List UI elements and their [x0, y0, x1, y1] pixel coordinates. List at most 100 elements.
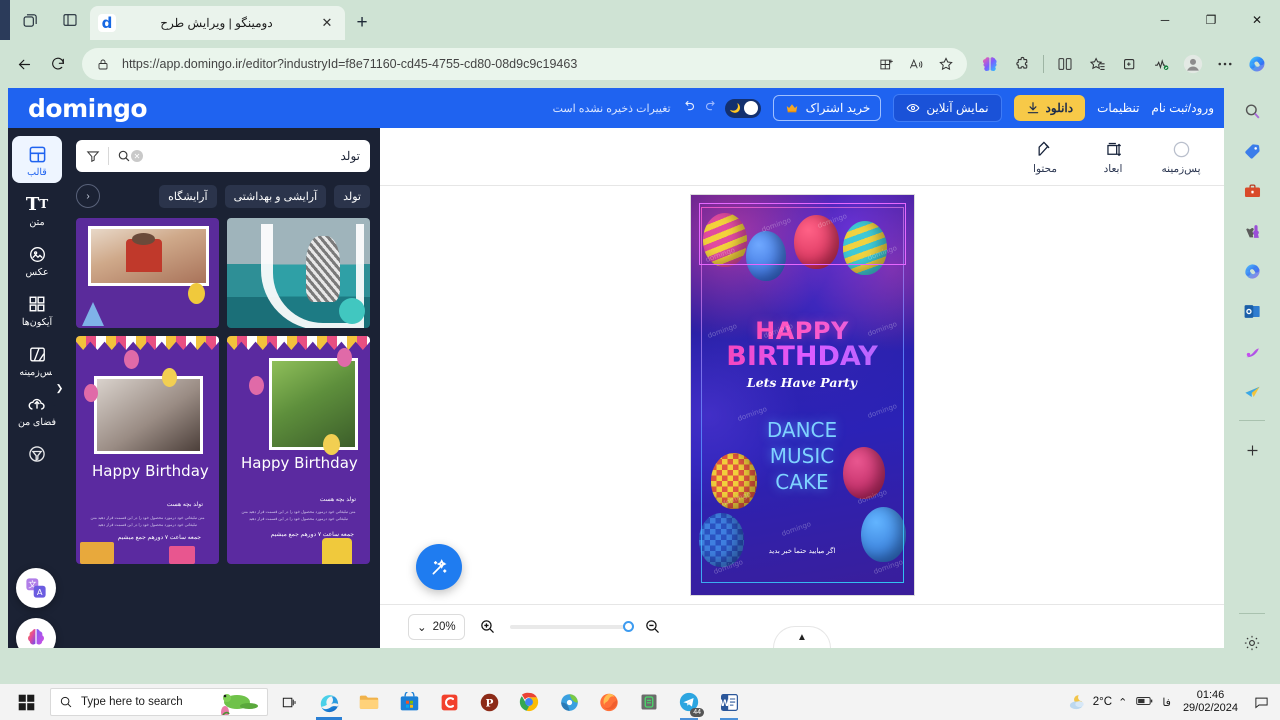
- collapse-panel-button[interactable]: ▲: [773, 626, 831, 648]
- taskbar-app-firefox[interactable]: [590, 684, 628, 720]
- weather-widget[interactable]: 2°C: [1066, 692, 1112, 712]
- tool-dimensions-label: ابعاد: [1103, 163, 1123, 175]
- language-indicator[interactable]: فا: [1162, 696, 1171, 709]
- search-icon[interactable]: [1237, 96, 1267, 126]
- taskbar-app-camtasia[interactable]: [430, 684, 468, 720]
- sidebar-item-icons[interactable]: آیکون‌ها: [12, 286, 62, 333]
- maximize-button[interactable]: ❐: [1188, 0, 1234, 40]
- filter-icon[interactable]: [86, 149, 100, 163]
- panel-collapse-handle[interactable]: ❯: [52, 370, 67, 406]
- read-aloud-icon[interactable]: [905, 53, 927, 75]
- search-input[interactable]: تولد: [149, 149, 361, 163]
- collections-icon[interactable]: [1114, 49, 1144, 79]
- tab-actions-icon[interactable]: [10, 0, 50, 40]
- tab-list-icon[interactable]: [50, 0, 90, 40]
- search-icon[interactable]: [117, 149, 131, 163]
- browser-essentials-icon[interactable]: [1146, 49, 1176, 79]
- chip-salon[interactable]: آرایشگاه: [159, 184, 217, 208]
- reload-icon[interactable]: [42, 48, 74, 80]
- poster-footer-note[interactable]: اگر میایید حتما خبر بدید: [691, 547, 914, 555]
- dark-mode-toggle[interactable]: 🌙: [724, 98, 761, 118]
- extensions-icon[interactable]: [1007, 49, 1037, 79]
- battery-icon[interactable]: [1136, 695, 1153, 710]
- settings-link[interactable]: تنظیمات: [1097, 101, 1139, 115]
- clock[interactable]: 01:46 29/02/2024: [1177, 689, 1244, 715]
- taskbar-app-chrome[interactable]: [510, 684, 548, 720]
- back-icon[interactable]: [8, 48, 40, 80]
- poster-subtitle[interactable]: Lets Have Party: [691, 375, 914, 390]
- chips-prev-button[interactable]: ‹: [76, 184, 100, 208]
- task-view-icon[interactable]: [270, 684, 308, 720]
- games-icon[interactable]: [1237, 216, 1267, 246]
- outlook-icon[interactable]: [1237, 296, 1267, 326]
- taskbar-app-idm[interactable]: [550, 684, 588, 720]
- zoom-slider[interactable]: [509, 620, 634, 632]
- tool-background[interactable]: پس‌زمینه: [1158, 138, 1204, 175]
- taskbar-app-green[interactable]: [630, 684, 668, 720]
- notification-icon[interactable]: [1250, 690, 1272, 714]
- chip-cosmetics[interactable]: آرایشی و بهداشتی: [224, 184, 327, 208]
- favorites-icon[interactable]: [1082, 49, 1112, 79]
- online-preview-button[interactable]: نمایش آنلاین: [893, 94, 1002, 122]
- copilot-sidebar-icon[interactable]: [1242, 49, 1272, 79]
- selection-frame[interactable]: [698, 203, 906, 265]
- add-icon[interactable]: [1237, 435, 1267, 465]
- taskbar-app-file-explorer[interactable]: [350, 684, 388, 720]
- minimize-button[interactable]: ─: [1142, 0, 1188, 40]
- taskbar-search-box[interactable]: Type here to search: [50, 688, 268, 716]
- sidebar-item-extra[interactable]: [12, 436, 62, 483]
- taskbar-app-microsoft-store[interactable]: [390, 684, 428, 720]
- taskbar-app-word[interactable]: W: [710, 684, 748, 720]
- translate-button[interactable]: 文 A: [16, 568, 56, 608]
- taskbar-app-edge[interactable]: [310, 684, 348, 720]
- login-register-link[interactable]: ورود/ثبت نام: [1151, 101, 1214, 115]
- template-card-happy-birthday-child[interactable]: Happy Birthday تولد بچه هست متن تبلیغاتی…: [227, 336, 370, 564]
- taskbar-app-pdf[interactable]: P: [470, 684, 508, 720]
- close-tab-icon[interactable]: ✕: [317, 13, 337, 33]
- split-view-icon[interactable]: [1050, 49, 1080, 79]
- zoom-slider-handle[interactable]: [622, 620, 634, 632]
- settings-gear-icon[interactable]: [1237, 628, 1267, 658]
- undo-icon[interactable]: [681, 99, 696, 118]
- tray-chevron-icon[interactable]: ⌃: [1118, 696, 1127, 709]
- zoom-out-icon[interactable]: [644, 618, 661, 635]
- browser-tab[interactable]: d دومینگو | ویرایش طرح ✕: [90, 6, 345, 40]
- tool-dimensions[interactable]: ابعاد: [1090, 138, 1136, 175]
- magic-wand-button[interactable]: [416, 544, 462, 590]
- canvas-area[interactable]: HAPPY BIRTHDAY Lets Have Party DANCE MUS…: [380, 186, 1224, 604]
- sidebar-item-text[interactable]: TT متن: [12, 186, 62, 233]
- poster-title-line2[interactable]: BIRTHDAY: [691, 341, 914, 372]
- template-card-beach[interactable]: [227, 218, 370, 328]
- shopping-tag-icon[interactable]: [1237, 136, 1267, 166]
- design-canvas[interactable]: HAPPY BIRTHDAY Lets Have Party DANCE MUS…: [690, 195, 914, 595]
- split-screen-icon[interactable]: [875, 53, 897, 75]
- zoom-level-select[interactable]: ⌄ 20%: [408, 613, 465, 640]
- profile-icon[interactable]: [1178, 49, 1208, 79]
- close-window-button[interactable]: ✕: [1234, 0, 1280, 40]
- windows-start-icon[interactable]: [4, 684, 48, 720]
- ai-assistant-button[interactable]: [16, 618, 56, 648]
- address-bar[interactable]: https://app.domingo.ir/editor?industryId…: [82, 48, 967, 80]
- sidebar-item-image[interactable]: عکس: [12, 236, 62, 283]
- telegram-icon[interactable]: [1237, 376, 1267, 406]
- sidebar-item-template[interactable]: قالب: [12, 136, 62, 183]
- favorite-star-icon[interactable]: [935, 53, 957, 75]
- more-icon[interactable]: [1210, 49, 1240, 79]
- template-card-happy-birthday-mother[interactable]: Happy Birthday تولد بچه هست متن تبلیغاتی…: [76, 336, 219, 564]
- tools-briefcase-icon[interactable]: [1237, 176, 1267, 206]
- tool-content[interactable]: محتوا: [1022, 138, 1068, 175]
- chip-tavalod[interactable]: تولد: [334, 184, 370, 208]
- poster-list[interactable]: DANCE MUSIC CAKE: [691, 417, 914, 495]
- copilot-icon[interactable]: [1237, 256, 1267, 286]
- designer-icon[interactable]: [1237, 336, 1267, 366]
- redo-icon[interactable]: [704, 99, 719, 118]
- clear-search-icon[interactable]: ✕: [131, 150, 143, 162]
- template-card-kids-party[interactable]: [76, 218, 219, 328]
- download-button[interactable]: دانلود: [1013, 95, 1086, 121]
- zoom-in-icon[interactable]: [479, 618, 496, 635]
- template-search-box[interactable]: تولد ✕: [76, 140, 370, 172]
- new-tab-button[interactable]: +: [345, 6, 379, 40]
- copilot-icon[interactable]: [975, 49, 1005, 79]
- buy-subscription-button[interactable]: خرید اشتراک: [772, 95, 882, 121]
- taskbar-app-telegram[interactable]: 44: [670, 684, 708, 720]
